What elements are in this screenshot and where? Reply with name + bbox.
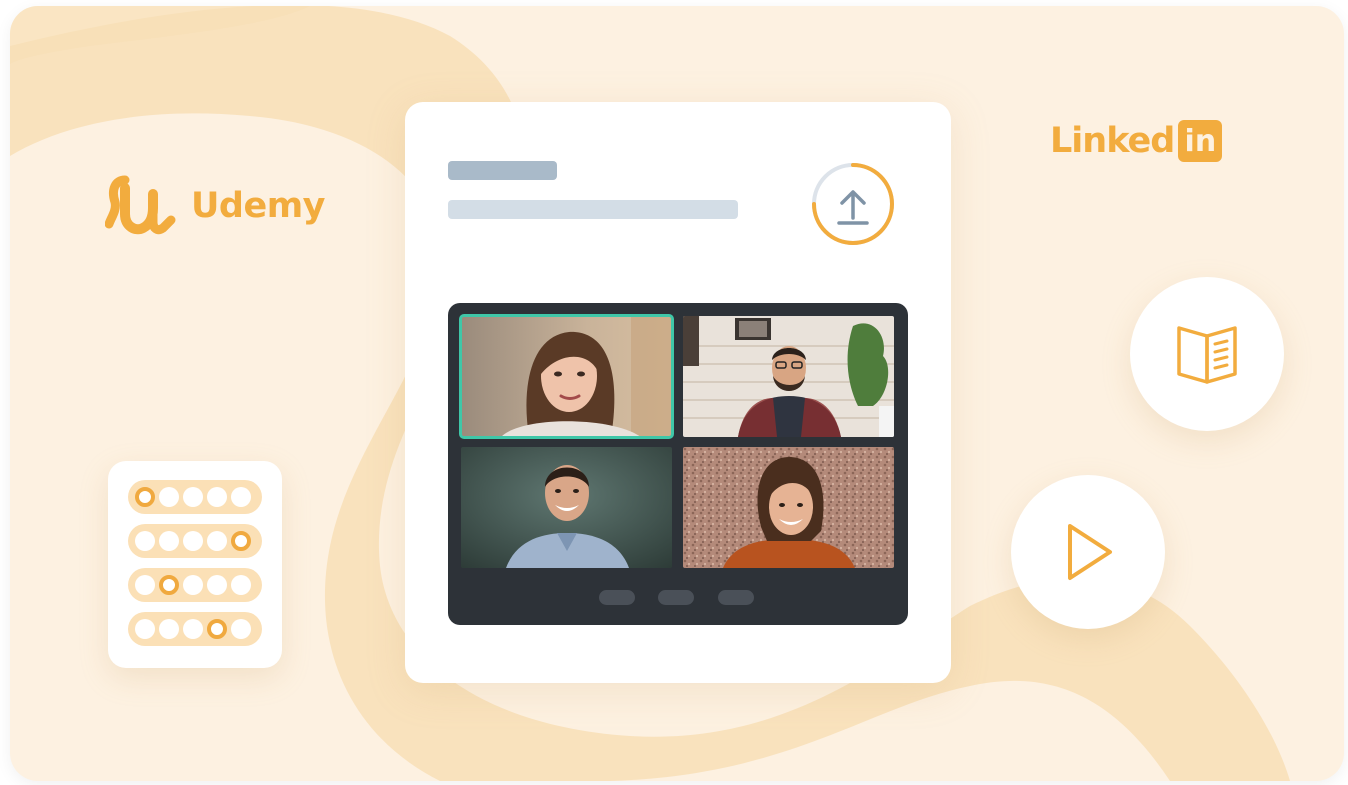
- participant-photo-1: [461, 316, 672, 437]
- participant-tile-4[interactable]: [683, 447, 894, 568]
- radio-option[interactable]: [159, 531, 179, 551]
- radio-option[interactable]: [159, 619, 179, 639]
- radio-option[interactable]: [183, 619, 203, 639]
- udemy-wordmark: Udemy: [191, 186, 326, 226]
- radio-selected[interactable]: [231, 531, 251, 551]
- participant-photo-3: [461, 447, 672, 568]
- radio-option[interactable]: [207, 531, 227, 551]
- participant-tile-1[interactable]: [459, 314, 674, 439]
- book-button[interactable]: [1130, 277, 1284, 431]
- illustration-frame: Udemy Linked in: [10, 6, 1344, 781]
- quiz-row-1[interactable]: [128, 480, 262, 514]
- participant-photo-4: [683, 447, 894, 568]
- play-button[interactable]: [1011, 475, 1165, 629]
- video-lesson-card: [405, 102, 951, 683]
- radio-option[interactable]: [207, 575, 227, 595]
- book-icon: [1177, 326, 1237, 384]
- udemy-logo: Udemy: [105, 174, 326, 238]
- radio-selected[interactable]: [135, 487, 155, 507]
- call-control-button-1[interactable]: [599, 590, 635, 605]
- linkedin-logo: Linked in: [1050, 120, 1223, 162]
- participant-tile-2[interactable]: [683, 316, 894, 437]
- linkedin-wordmark: Linked: [1050, 121, 1175, 161]
- call-control-button-3[interactable]: [718, 590, 754, 605]
- linkedin-badge: in: [1178, 120, 1223, 162]
- quiz-row-4[interactable]: [128, 612, 262, 646]
- play-icon: [1068, 524, 1112, 580]
- radio-option[interactable]: [207, 487, 227, 507]
- upload-icon[interactable]: [809, 160, 897, 248]
- video-call-panel: [448, 303, 908, 625]
- udemy-u-icon: [105, 175, 176, 235]
- radio-option[interactable]: [135, 619, 155, 639]
- title-placeholder-bar: [448, 161, 557, 180]
- radio-option[interactable]: [135, 531, 155, 551]
- radio-option[interactable]: [183, 487, 203, 507]
- quiz-row-2[interactable]: [128, 524, 262, 558]
- radio-option[interactable]: [183, 531, 203, 551]
- participant-tile-3[interactable]: [461, 447, 672, 568]
- radio-selected[interactable]: [207, 619, 227, 639]
- subtitle-placeholder-bar: [448, 200, 738, 219]
- call-control-button-2[interactable]: [658, 590, 694, 605]
- participant-photo-2: [683, 316, 894, 437]
- radio-option[interactable]: [183, 575, 203, 595]
- radio-selected[interactable]: [159, 575, 179, 595]
- radio-option[interactable]: [159, 487, 179, 507]
- radio-option[interactable]: [231, 619, 251, 639]
- quiz-options-card: [108, 461, 282, 668]
- quiz-row-3[interactable]: [128, 568, 262, 602]
- radio-option[interactable]: [231, 487, 251, 507]
- radio-option[interactable]: [135, 575, 155, 595]
- radio-option[interactable]: [231, 575, 251, 595]
